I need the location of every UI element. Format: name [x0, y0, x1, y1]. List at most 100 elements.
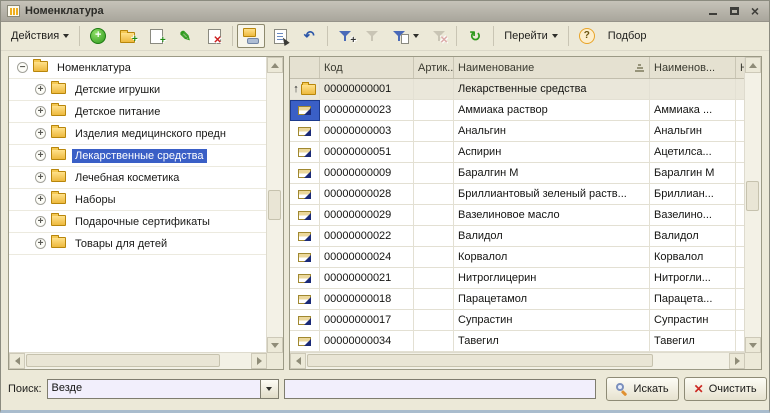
column-header-icon[interactable]	[290, 57, 320, 78]
clear-button[interactable]: ✕ Очистить	[684, 377, 767, 401]
filter-by-value-icon[interactable]	[386, 24, 425, 48]
tree-item-0[interactable]: −Номенклатура	[9, 57, 267, 79]
scrollbar-thumb[interactable]	[746, 181, 759, 211]
name-cell[interactable]: Супрастин	[454, 310, 650, 331]
full-name-cell[interactable]: Валидол	[650, 226, 736, 247]
tree-expander-icon[interactable]: +	[35, 106, 46, 117]
articul-cell[interactable]	[414, 226, 454, 247]
row-type-icon-cell[interactable]	[290, 121, 320, 142]
quick-filter-icon[interactable]	[359, 24, 385, 48]
articul-cell[interactable]	[414, 310, 454, 331]
full-name-cell[interactable]	[650, 79, 736, 100]
tree-expander-icon[interactable]: +	[35, 150, 46, 161]
row-type-icon-cell[interactable]	[290, 268, 320, 289]
filter-settings-icon[interactable]: +	[332, 24, 358, 48]
table-row[interactable]: 00000000003АнальгинАнальгин	[290, 121, 745, 142]
column-header-Наименование[interactable]: Наименование	[454, 57, 650, 78]
name-cell[interactable]: Баралгин М	[454, 163, 650, 184]
name-cell[interactable]: Корвалол	[454, 247, 650, 268]
articul-cell[interactable]	[414, 247, 454, 268]
search-button[interactable]: Искать	[606, 377, 679, 401]
add-group-icon[interactable]: +	[113, 24, 141, 48]
articul-cell[interactable]	[414, 331, 454, 352]
name-cell[interactable]: Валидол	[454, 226, 650, 247]
code-cell[interactable]: 00000000018	[320, 289, 414, 310]
search-scope-combo[interactable]: Везде	[47, 379, 279, 399]
scroll-up-button[interactable]	[267, 57, 283, 73]
tree-horizontal-scrollbar[interactable]	[9, 352, 267, 369]
code-cell[interactable]: 00000000009	[320, 163, 414, 184]
select-mode-icon[interactable]	[266, 24, 294, 48]
table-vertical-scrollbar[interactable]	[744, 57, 761, 353]
code-cell[interactable]: 00000000051	[320, 142, 414, 163]
titlebar[interactable]: Номенклатура ×	[1, 1, 769, 22]
tree-vertical-scrollbar[interactable]	[266, 57, 283, 353]
goto-button[interactable]: Перейти	[498, 24, 564, 48]
table-row[interactable]: 00000000009Баралгин МБаралгин М	[290, 163, 745, 184]
articul-cell[interactable]	[414, 142, 454, 163]
articul-cell[interactable]	[414, 184, 454, 205]
delete-icon[interactable]: ✕	[200, 24, 228, 48]
table-row[interactable]: 00000000022 ВалидолВалидол	[290, 226, 745, 247]
tree-item-2[interactable]: +Детское питание	[9, 101, 267, 123]
table-horizontal-scrollbar[interactable]	[290, 352, 745, 369]
row-type-icon-cell[interactable]	[290, 184, 320, 205]
actions-button[interactable]: Действия	[5, 24, 75, 48]
row-type-icon-cell[interactable]	[290, 289, 320, 310]
full-name-cell[interactable]: Супрастин	[650, 310, 736, 331]
articul-cell[interactable]	[414, 100, 454, 121]
restore-values-icon[interactable]: ↶	[295, 24, 323, 48]
tree-expander-icon[interactable]: +	[35, 238, 46, 249]
close-button[interactable]: ×	[747, 4, 763, 18]
table-row[interactable]: 00000000029Вазелиновое маслоВазелино...	[290, 205, 745, 226]
name-cell[interactable]: Бриллиантовый зеленый раств...	[454, 184, 650, 205]
scroll-down-button[interactable]	[745, 337, 761, 353]
tree-expander-icon[interactable]: +	[35, 84, 46, 95]
scrollbar-thumb[interactable]	[26, 354, 220, 367]
table-row[interactable]: 00000000023Аммиака растворАммиака ...	[290, 100, 745, 121]
combo-dropdown-button[interactable]	[260, 380, 278, 398]
tree-expander-icon[interactable]: +	[35, 128, 46, 139]
tree-item-1[interactable]: +Детские игрушки	[9, 79, 267, 101]
row-type-icon-cell[interactable]	[290, 205, 320, 226]
table-row[interactable]: 00000000051 АспиринАцетилса...	[290, 142, 745, 163]
tree-item-3[interactable]: +Изделия медицинского предн	[9, 123, 267, 145]
code-cell[interactable]: 00000000021	[320, 268, 414, 289]
row-type-icon-cell[interactable]	[290, 331, 320, 352]
copy-icon[interactable]: +	[142, 24, 170, 48]
table-row[interactable]: 00000000018ПарацетамолПарацета...	[290, 289, 745, 310]
code-cell[interactable]: 00000000028	[320, 184, 414, 205]
tree-item-5[interactable]: +Лечебная косметика	[9, 167, 267, 189]
full-name-cell[interactable]: Бриллиан...	[650, 184, 736, 205]
name-cell[interactable]: Нитроглицерин	[454, 268, 650, 289]
scroll-left-button[interactable]	[9, 353, 25, 369]
table-row[interactable]: 00000000028 Бриллиантовый зеленый раств..…	[290, 184, 745, 205]
table-row[interactable]: 00000000021НитроглицеринНитрогли...	[290, 268, 745, 289]
tree-expander-icon[interactable]: +	[35, 194, 46, 205]
row-type-icon-cell[interactable]: ↑	[290, 79, 320, 100]
column-header-Код[interactable]: Код	[320, 57, 414, 78]
maximize-button[interactable]	[726, 4, 742, 18]
scrollbar-thumb[interactable]	[307, 354, 653, 367]
name-cell[interactable]: Вазелиновое масло	[454, 205, 650, 226]
name-cell[interactable]: Аспирин	[454, 142, 650, 163]
row-type-icon-cell[interactable]	[290, 310, 320, 331]
articul-cell[interactable]	[414, 205, 454, 226]
scroll-down-button[interactable]	[267, 337, 283, 353]
full-name-cell[interactable]: Ацетилса...	[650, 142, 736, 163]
column-header-Артик...[interactable]: Артик...	[414, 57, 454, 78]
full-name-cell[interactable]: Тавегил	[650, 331, 736, 352]
code-cell[interactable]: 00000000017	[320, 310, 414, 331]
code-cell[interactable]: 00000000001	[320, 79, 414, 100]
tree-item-7[interactable]: +Подарочные сертификаты	[9, 211, 267, 233]
full-name-cell[interactable]: Парацета...	[650, 289, 736, 310]
articul-cell[interactable]	[414, 289, 454, 310]
name-cell[interactable]: Анальгин	[454, 121, 650, 142]
tree-expander-icon[interactable]: −	[17, 62, 28, 73]
articul-cell[interactable]	[414, 268, 454, 289]
tree-expander-icon[interactable]: +	[35, 216, 46, 227]
tree-item-6[interactable]: +Наборы	[9, 189, 267, 211]
add-icon[interactable]: +	[84, 24, 112, 48]
code-cell[interactable]: 00000000022	[320, 226, 414, 247]
name-cell[interactable]: Тавегил	[454, 331, 650, 352]
